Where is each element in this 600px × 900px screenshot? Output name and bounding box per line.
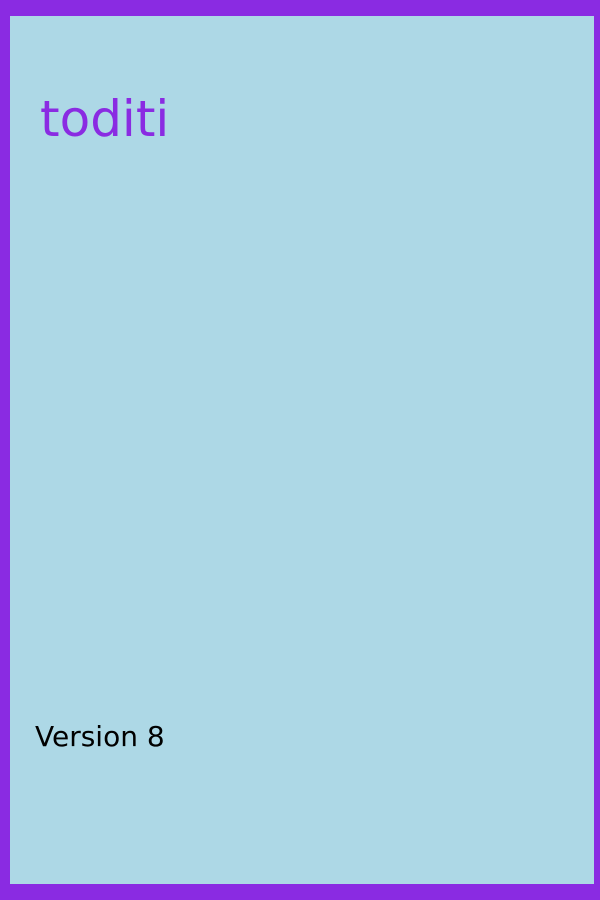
version-label: Version 8 [35, 720, 165, 753]
app-title: toditi [40, 90, 170, 148]
splash-panel: toditi Version 8 [10, 16, 594, 884]
